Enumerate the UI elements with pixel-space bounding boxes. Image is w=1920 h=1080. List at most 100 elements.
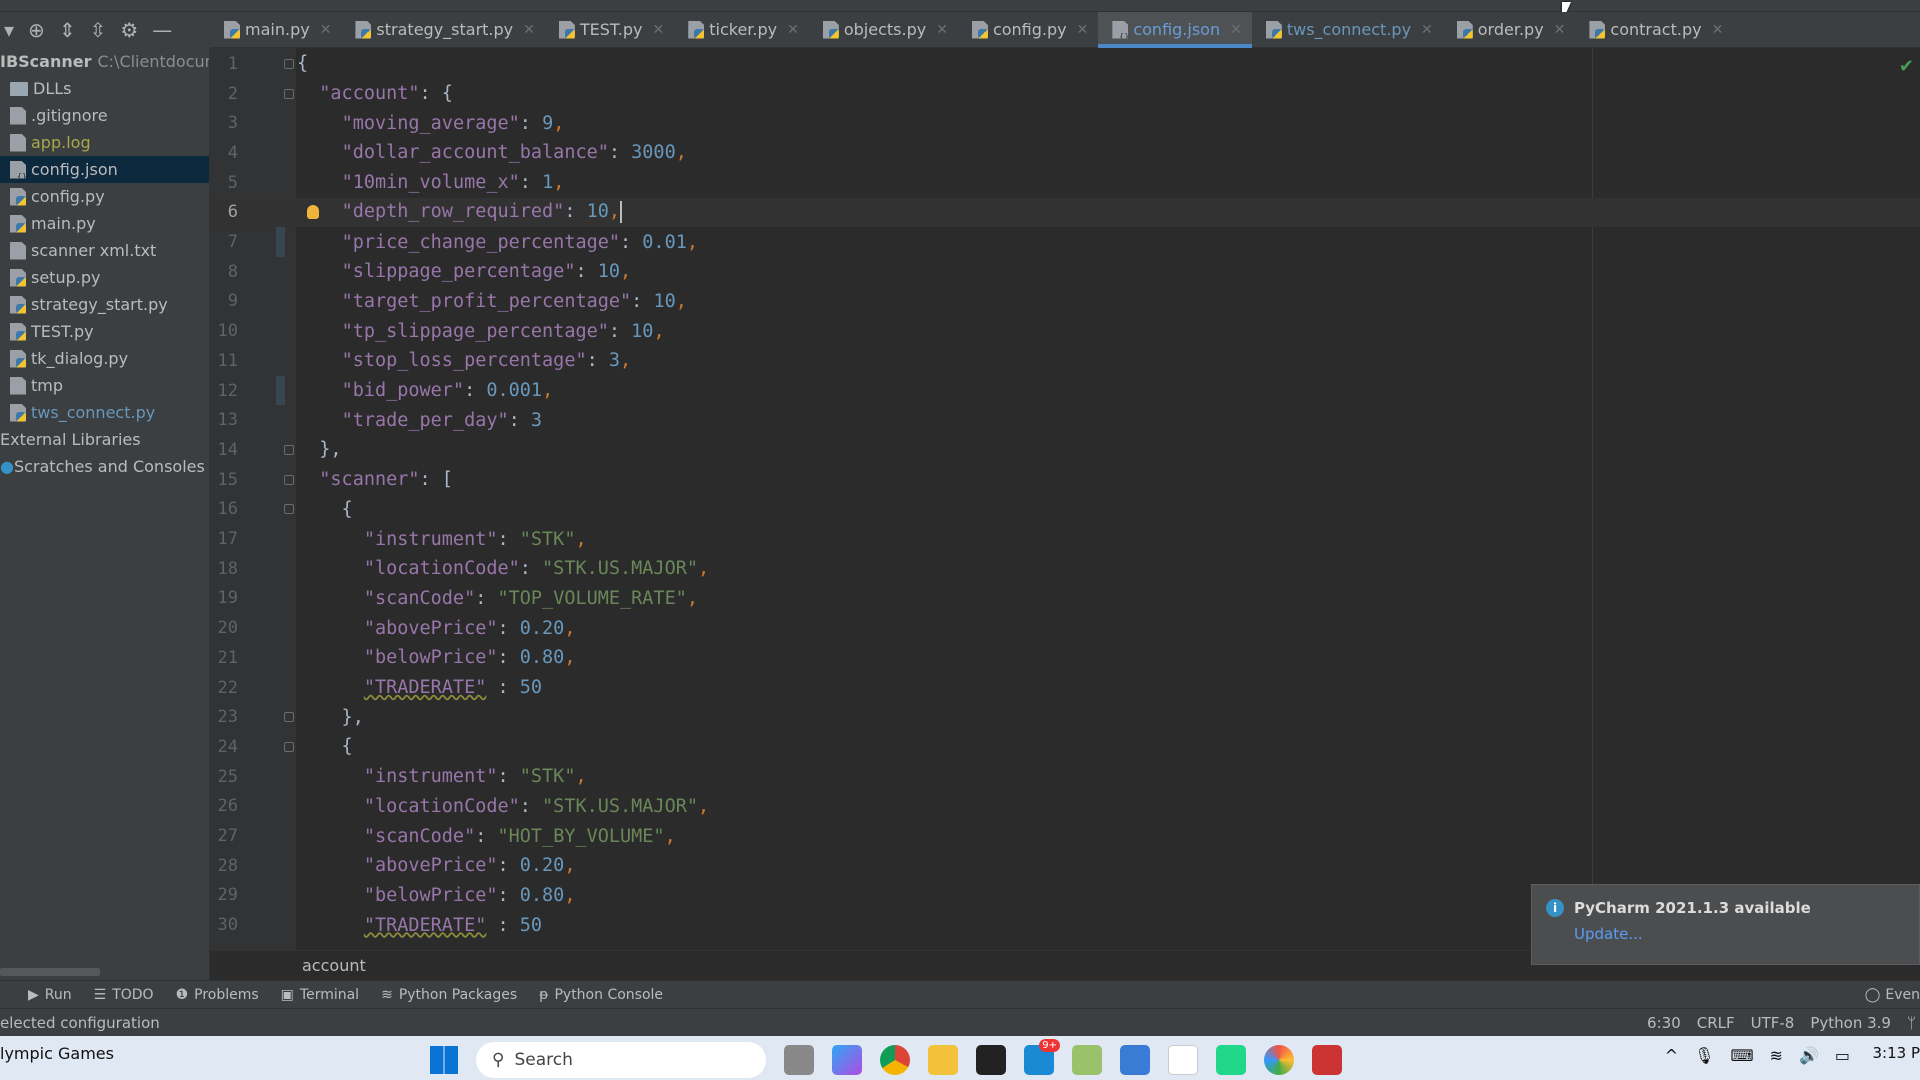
tool-run[interactable]: ▶ Run: [28, 987, 72, 1003]
view-dropdown-icon[interactable]: ▾: [4, 18, 14, 42]
tree-item[interactable]: TEST.py: [0, 318, 209, 345]
start-button[interactable]: [430, 1046, 458, 1074]
python-interpreter[interactable]: Python 3.9: [1810, 1014, 1891, 1032]
tree-item[interactable]: tws_connect.py: [0, 399, 209, 426]
tool-label: Python Packages: [398, 986, 518, 1003]
line-separator[interactable]: CRLF: [1697, 1014, 1735, 1032]
collapse-all-icon[interactable]: ⇳: [90, 18, 107, 42]
file-explorer-icon[interactable]: [928, 1045, 958, 1075]
fold-icon[interactable]: [284, 444, 294, 455]
code-text: "tp_slippage_percentage": 10,: [341, 320, 665, 342]
tab-order-py[interactable]: order.py ✕: [1443, 12, 1576, 47]
pycharm-icon[interactable]: [1216, 1045, 1246, 1075]
hide-icon[interactable]: —: [152, 18, 172, 42]
code-editor[interactable]: 1{2 "account": {3 "moving_average": 9, 4 …: [210, 48, 1920, 950]
tree-item[interactable]: main.py: [0, 210, 209, 237]
caret-position[interactable]: 6:30: [1647, 1014, 1681, 1032]
tree-external-libraries[interactable]: External Libraries: [0, 426, 209, 453]
tab-strategy-start-py[interactable]: strategy_start.py ✕: [341, 12, 544, 47]
tool-problems[interactable]: ❶ Problems: [176, 987, 259, 1003]
tab-main-py[interactable]: main.py ✕: [210, 12, 341, 47]
update-link[interactable]: Update...: [1574, 925, 1919, 943]
tool-python-console[interactable]: ᵽ Python Console: [539, 987, 663, 1003]
close-icon[interactable]: ✕: [653, 22, 665, 38]
clock[interactable]: 3:13 P: [1873, 1044, 1920, 1062]
tab-objects-py[interactable]: objects.py ✕: [809, 12, 958, 47]
fold-icon[interactable]: [284, 88, 294, 99]
line-number: 28: [217, 855, 238, 876]
fold-icon[interactable]: [284, 504, 294, 515]
close-icon[interactable]: ✕: [936, 22, 948, 38]
tree-item[interactable]: setup.py: [0, 264, 209, 291]
copilot-icon[interactable]: [832, 1045, 862, 1075]
tree-item[interactable]: DLLs: [0, 75, 209, 102]
tree-item[interactable]: scanner xml.txt: [0, 237, 209, 264]
fold-icon[interactable]: [284, 712, 294, 723]
close-icon[interactable]: ✕: [1712, 22, 1724, 38]
fold-icon[interactable]: [284, 58, 294, 69]
close-icon[interactable]: ✕: [1421, 22, 1433, 38]
tab-ticker-py[interactable]: ticker.py ✕: [674, 12, 809, 47]
file-encoding[interactable]: UTF-8: [1751, 1014, 1795, 1032]
close-icon[interactable]: ✕: [787, 22, 799, 38]
fold-icon[interactable]: [284, 474, 294, 485]
tree-item[interactable]: tmp: [0, 372, 209, 399]
microphone-icon[interactable]: 🎙: [1694, 1046, 1714, 1065]
no-problems-check-icon[interactable]: ✔: [1899, 56, 1914, 77]
git-branch-icon[interactable]: ᛘ: [1907, 1014, 1916, 1032]
recorder-icon[interactable]: [1312, 1045, 1342, 1075]
tree-scratches[interactable]: ● Scratches and Consoles: [0, 453, 209, 480]
gear-icon[interactable]: ⚙: [120, 18, 138, 42]
skype-icon[interactable]: 9+: [1024, 1039, 1060, 1075]
horizontal-scrollbar[interactable]: [0, 968, 100, 976]
code-text: "instrument": "STK",: [363, 528, 587, 550]
acrobat-icon[interactable]: [1168, 1045, 1198, 1075]
tab-tws-connect-py[interactable]: tws_connect.py ✕: [1252, 12, 1443, 47]
change-marker[interactable]: [276, 227, 285, 257]
taskbar-search[interactable]: ⚲ Search: [476, 1042, 766, 1078]
tab-config-py[interactable]: config.py ✕: [958, 12, 1098, 47]
project-toolbar: ▾ ⊕ ⇕ ⇳ ⚙ —: [0, 12, 210, 48]
chrome-icon[interactable]: [880, 1045, 910, 1075]
close-icon[interactable]: ✕: [1077, 22, 1089, 38]
breadcrumb-item[interactable]: account: [302, 956, 366, 975]
change-marker[interactable]: [276, 375, 285, 406]
taskview-icon[interactable]: [784, 1045, 814, 1075]
tree-item[interactable]: config.json: [0, 156, 209, 183]
lightbulb-icon[interactable]: [307, 205, 319, 220]
news-widget[interactable]: lympic Games: [0, 1044, 114, 1063]
line-number: 1: [227, 53, 238, 74]
fold-icon[interactable]: [284, 741, 294, 752]
volume-icon[interactable]: 🔊: [1799, 1046, 1819, 1065]
tool-event-log[interactable]: ◯ Even: [1865, 987, 1920, 1003]
locate-icon[interactable]: ⊕: [28, 18, 45, 42]
notepadpp-icon[interactable]: [1072, 1045, 1102, 1075]
tool-terminal[interactable]: ▣ Terminal: [281, 987, 359, 1003]
tree-item[interactable]: tk_dialog.py: [0, 345, 209, 372]
close-icon[interactable]: ✕: [1230, 22, 1242, 38]
wifi-icon[interactable]: ≋: [1770, 1046, 1783, 1065]
tree-item[interactable]: strategy_start.py: [0, 291, 209, 318]
notepad-icon[interactable]: [1120, 1045, 1150, 1075]
tab-contract-py[interactable]: contract.py ✕: [1575, 12, 1733, 47]
line-number: 3: [227, 113, 238, 134]
tree-item[interactable]: .gitignore: [0, 102, 209, 129]
close-icon[interactable]: ✕: [523, 22, 535, 38]
python-file-icon: [10, 295, 26, 314]
battery-icon[interactable]: ▭: [1835, 1046, 1850, 1065]
tool-python-packages[interactable]: ≋ Python Packages: [381, 987, 517, 1003]
chevron-up-icon[interactable]: ^: [1665, 1046, 1678, 1065]
sticky-app-icon[interactable]: [976, 1045, 1006, 1075]
tab-test-py[interactable]: TEST.py ✕: [545, 12, 674, 47]
tab-config-json[interactable]: config.json ✕: [1098, 12, 1252, 48]
project-root[interactable]: IBScanner C:\Clientdocume: [0, 48, 209, 75]
keyboard-icon[interactable]: ⌨: [1730, 1046, 1753, 1065]
tree-item[interactable]: app.log: [0, 129, 209, 156]
expand-all-icon[interactable]: ⇕: [59, 18, 76, 42]
photos-icon[interactable]: [1264, 1045, 1294, 1075]
code-text: "instrument": "STK",: [363, 766, 587, 788]
close-icon[interactable]: ✕: [1554, 22, 1566, 38]
tool-todo[interactable]: ☰ TODO: [94, 987, 154, 1003]
close-icon[interactable]: ✕: [320, 22, 332, 38]
tree-item[interactable]: config.py: [0, 183, 209, 210]
